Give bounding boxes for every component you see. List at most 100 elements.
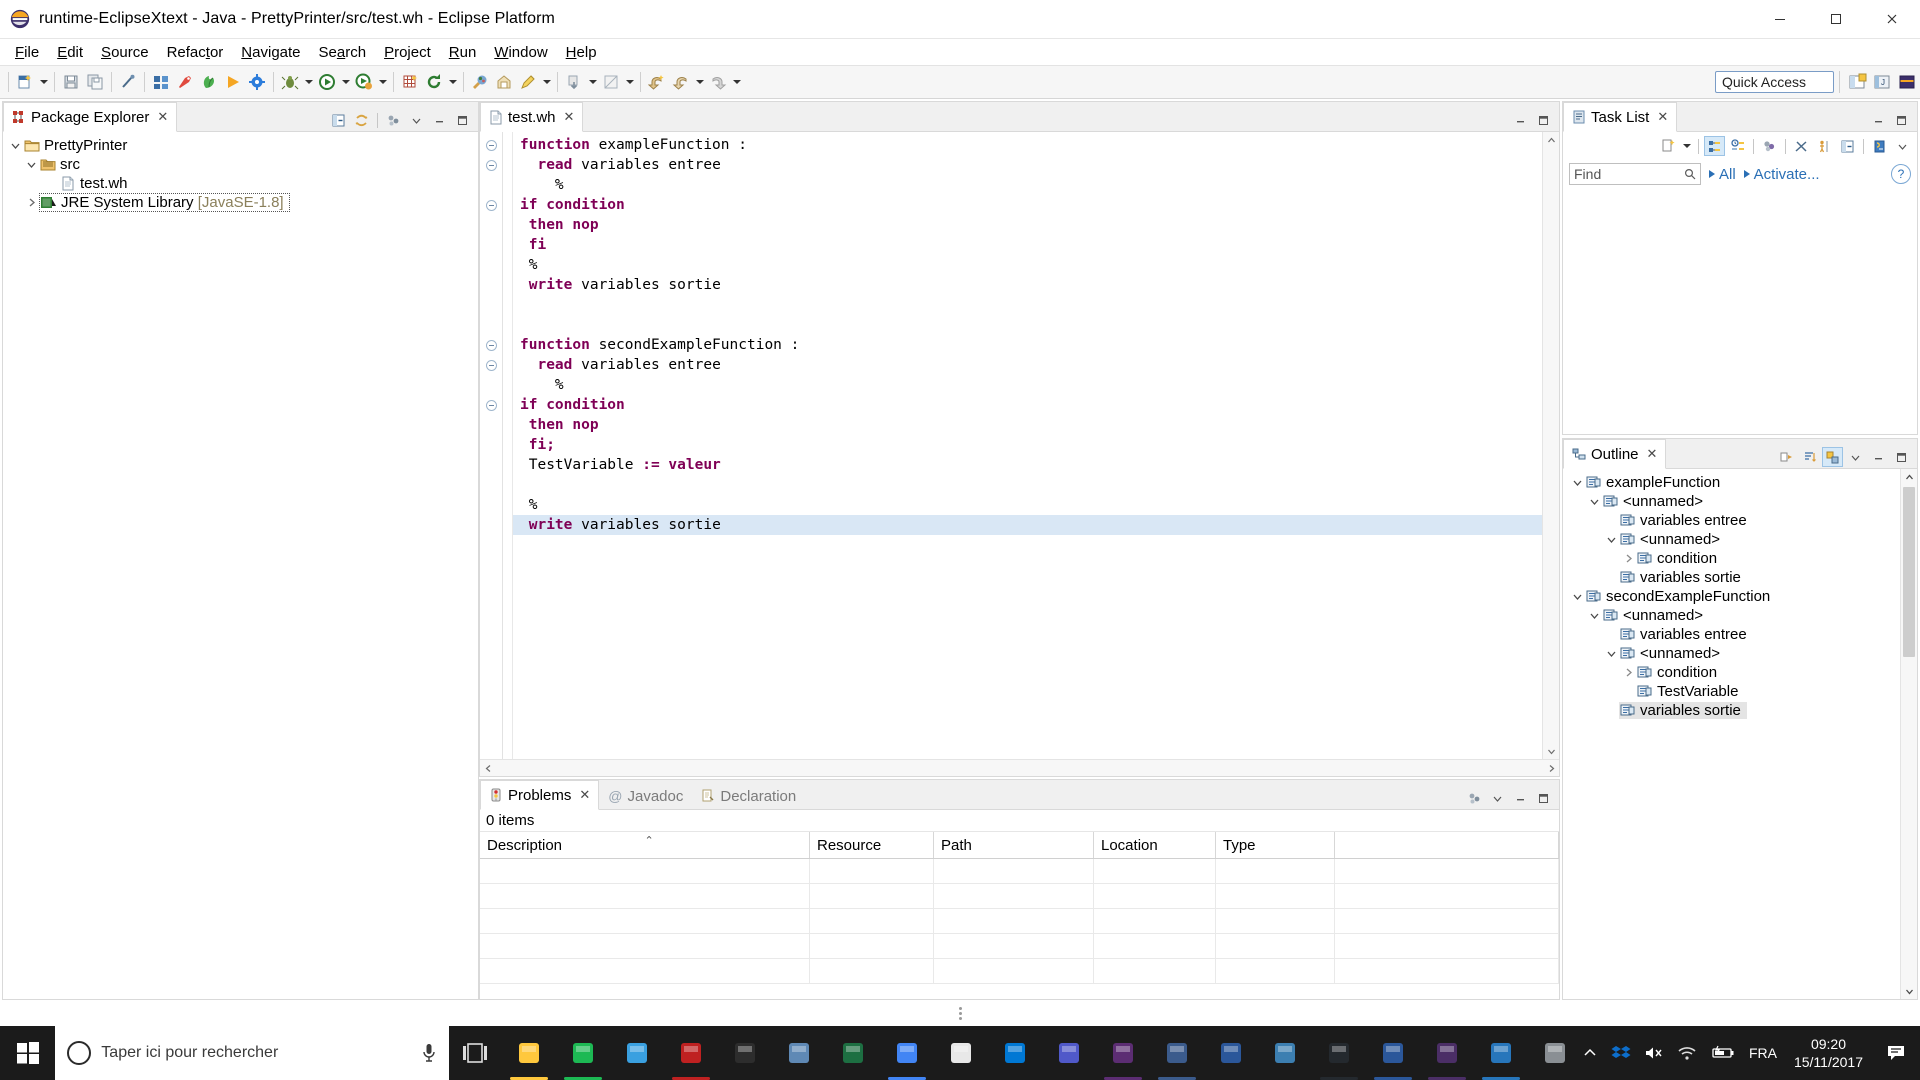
close-icon[interactable]: ✕ bbox=[1647, 446, 1658, 462]
help-button[interactable]: ? bbox=[1891, 164, 1911, 184]
scroll-track[interactable] bbox=[1901, 657, 1917, 983]
categorized-presentation-icon[interactable] bbox=[1704, 136, 1725, 156]
editor-vertical-scrollbar[interactable] bbox=[1542, 132, 1559, 759]
taskbar-app-filezilla[interactable] bbox=[664, 1026, 718, 1080]
outline-item-content[interactable]: condition bbox=[1636, 664, 1717, 681]
code-line[interactable] bbox=[513, 295, 1542, 315]
code-line[interactable]: function secondExampleFunction : bbox=[513, 335, 1542, 355]
save-icon[interactable] bbox=[59, 69, 83, 95]
microphone-icon[interactable] bbox=[421, 1042, 437, 1064]
view-menu-icon[interactable] bbox=[383, 110, 404, 130]
coverage-dropdown[interactable] bbox=[376, 69, 389, 95]
tab-javadoc[interactable]: @ Javadoc bbox=[599, 781, 692, 810]
outline-tree-item[interactable]: <unnamed> bbox=[1563, 606, 1900, 625]
outline-item-content[interactable]: condition bbox=[1636, 550, 1717, 567]
fold-collapse-icon[interactable] bbox=[480, 335, 502, 355]
minimize-outline-button[interactable] bbox=[1868, 447, 1889, 467]
chevron-down-icon[interactable] bbox=[1569, 475, 1585, 491]
menu-project[interactable]: Project bbox=[375, 42, 440, 63]
taskbar-app-internet-explorer[interactable] bbox=[610, 1026, 664, 1080]
taskbar-app-sky-app[interactable] bbox=[772, 1026, 826, 1080]
taskbar-app-file-explorer[interactable] bbox=[502, 1026, 556, 1080]
activate-link[interactable]: Activate... bbox=[1743, 166, 1820, 183]
new-package-icon[interactable] bbox=[197, 69, 221, 95]
view-menu-icon[interactable] bbox=[1464, 788, 1485, 808]
chevron-right-icon[interactable] bbox=[1620, 551, 1636, 567]
chevron-down-icon[interactable] bbox=[1569, 589, 1585, 605]
code-line[interactable]: % bbox=[513, 375, 1542, 395]
menu-run[interactable]: Run bbox=[440, 42, 486, 63]
back-icon[interactable] bbox=[669, 69, 693, 95]
open-perspective-button[interactable] bbox=[1845, 70, 1870, 94]
taskbar-app-spotify[interactable] bbox=[556, 1026, 610, 1080]
show-hidden-icons-icon[interactable] bbox=[1582, 1045, 1598, 1061]
code-line[interactable]: then nop bbox=[513, 415, 1542, 435]
code-line[interactable]: % bbox=[513, 255, 1542, 275]
outline-tree-item[interactable]: variables sortie bbox=[1563, 701, 1900, 720]
maximize-tasklist-button[interactable] bbox=[1891, 110, 1912, 130]
code-line[interactable]: TestVariable := valeur bbox=[513, 455, 1542, 475]
outline-tree-item[interactable]: variables entree bbox=[1563, 625, 1900, 644]
java-perspective-button[interactable]: J bbox=[1870, 70, 1895, 94]
new-task-dropdown[interactable] bbox=[1680, 133, 1693, 159]
tab-package-explorer[interactable]: Package Explorer ✕ bbox=[3, 102, 178, 132]
scroll-thumb[interactable] bbox=[1903, 487, 1915, 657]
editor-horizontal-scrollbar[interactable] bbox=[480, 759, 1559, 776]
maximize-button[interactable] bbox=[1808, 0, 1864, 38]
new-java-project-icon[interactable] bbox=[173, 69, 197, 95]
external-tools-icon[interactable] bbox=[468, 69, 492, 95]
tree-item-prettyprinter[interactable]: PrettyPrinter bbox=[3, 136, 478, 155]
minimize-tasklist-button[interactable] bbox=[1868, 110, 1889, 130]
minimize-button[interactable] bbox=[1752, 0, 1808, 38]
chevron-down-icon[interactable] bbox=[1603, 532, 1619, 548]
taskbar-app-skype-business[interactable] bbox=[988, 1026, 1042, 1080]
outline-item-content[interactable]: variables entree bbox=[1619, 626, 1747, 643]
menu-source[interactable]: Source bbox=[92, 42, 158, 63]
last-edit-location-icon[interactable] bbox=[645, 69, 669, 95]
scroll-down-icon[interactable] bbox=[1901, 983, 1917, 999]
table-row[interactable] bbox=[480, 959, 1559, 984]
build-icon[interactable] bbox=[245, 69, 269, 95]
start-button[interactable] bbox=[0, 1026, 55, 1080]
export-icon[interactable] bbox=[492, 69, 516, 95]
run-icon[interactable] bbox=[221, 69, 245, 95]
filter-icon[interactable] bbox=[1759, 136, 1780, 156]
code-line[interactable]: if condition bbox=[513, 195, 1542, 215]
open-type-icon[interactable] bbox=[149, 69, 173, 95]
coverage-icon[interactable] bbox=[352, 69, 376, 95]
taskbar-app-media-player[interactable] bbox=[718, 1026, 772, 1080]
code-line[interactable]: % bbox=[513, 495, 1542, 515]
scroll-up-icon[interactable] bbox=[1901, 469, 1917, 485]
scroll-left-icon[interactable] bbox=[480, 760, 496, 776]
outline-tree-item[interactable]: <unnamed> bbox=[1563, 530, 1900, 549]
outline-item-selected[interactable]: variables sortie bbox=[1619, 702, 1747, 719]
code-line[interactable]: then nop bbox=[513, 215, 1542, 235]
outline-tree-item[interactable]: variables entree bbox=[1563, 511, 1900, 530]
pencil-icon[interactable] bbox=[516, 69, 540, 95]
taskbar-app-chrome[interactable] bbox=[880, 1026, 934, 1080]
taskbar-app-excel[interactable] bbox=[826, 1026, 880, 1080]
collapse-all-icon[interactable] bbox=[328, 110, 349, 130]
tab-test-wh[interactable]: test.wh ✕ bbox=[480, 102, 584, 132]
synchronize-icon[interactable] bbox=[1814, 136, 1835, 156]
tree-item-jre-system-library[interactable]: JRE System Library [JavaSE-1.8] bbox=[3, 193, 478, 212]
search-icon[interactable] bbox=[1684, 168, 1696, 180]
code-line[interactable] bbox=[513, 475, 1542, 495]
code-line[interactable]: write variables sortie bbox=[513, 515, 1542, 535]
save-all-icon[interactable] bbox=[83, 69, 107, 95]
chevron-right-icon[interactable] bbox=[23, 195, 39, 211]
debug-icon[interactable] bbox=[278, 69, 302, 95]
minimize-problems-button[interactable] bbox=[1510, 788, 1531, 808]
fold-collapse-icon[interactable] bbox=[480, 395, 502, 415]
view-menu-chevron-icon[interactable] bbox=[406, 110, 427, 130]
code-line[interactable]: fi; bbox=[513, 435, 1542, 455]
scroll-track[interactable] bbox=[1543, 148, 1559, 743]
code-text-area[interactable]: function exampleFunction : read variable… bbox=[513, 132, 1542, 759]
scroll-right-icon[interactable] bbox=[1543, 760, 1559, 776]
tree-item-selection[interactable]: JRE System Library [JavaSE-1.8] bbox=[39, 193, 290, 212]
table-row[interactable] bbox=[480, 859, 1559, 884]
close-icon[interactable]: ✕ bbox=[579, 787, 590, 803]
maximize-editor-button[interactable] bbox=[1533, 110, 1554, 130]
column-header[interactable]: Resource bbox=[810, 832, 934, 858]
next-annotation-icon[interactable] bbox=[599, 69, 623, 95]
